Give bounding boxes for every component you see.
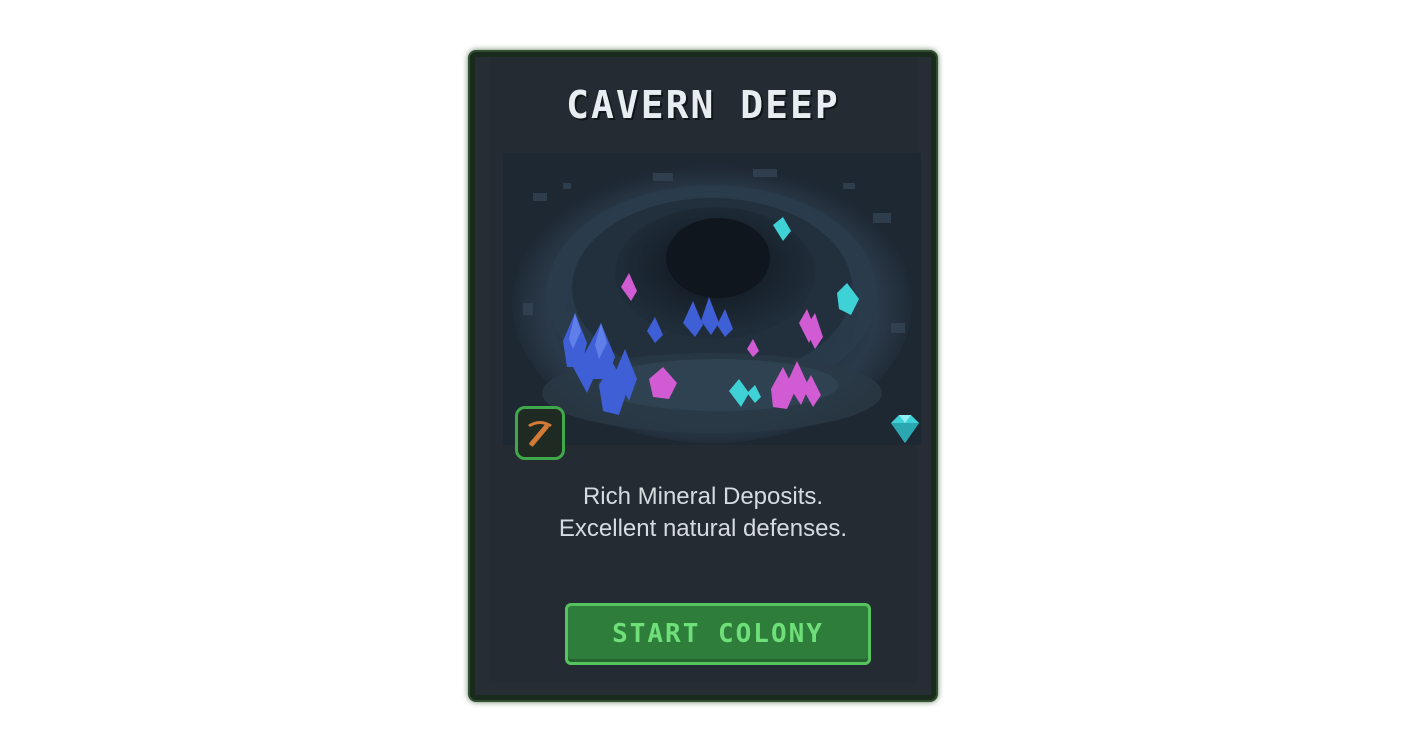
start-colony-label: START COLONY [612, 619, 824, 649]
pickaxe-badge [515, 406, 565, 460]
location-card: CAVERN DEEP Rich Mineral Deposits. Excel… [470, 52, 936, 700]
stage: CAVERN DEEP Rich Mineral Deposits. Excel… [0, 0, 1408, 736]
description-line-1: Rich Mineral Deposits. [582, 483, 824, 510]
pickaxe-icon [528, 421, 552, 447]
cavern-illustration [503, 153, 921, 445]
description-line-2: Excellent natural defenses. [558, 515, 848, 542]
cavern-scene [503, 153, 921, 445]
card-title: CAVERN DEEP [566, 83, 840, 127]
title-bar: CAVERN DEEP [489, 57, 917, 153]
diamond-badge [885, 413, 925, 449]
diamond-icon [891, 415, 919, 443]
card-body: CAVERN DEEP Rich Mineral Deposits. Excel… [489, 57, 921, 683]
card-description: Rich Mineral Deposits. Excellent natural… [489, 481, 917, 545]
start-colony-button[interactable]: START COLONY [565, 603, 871, 665]
